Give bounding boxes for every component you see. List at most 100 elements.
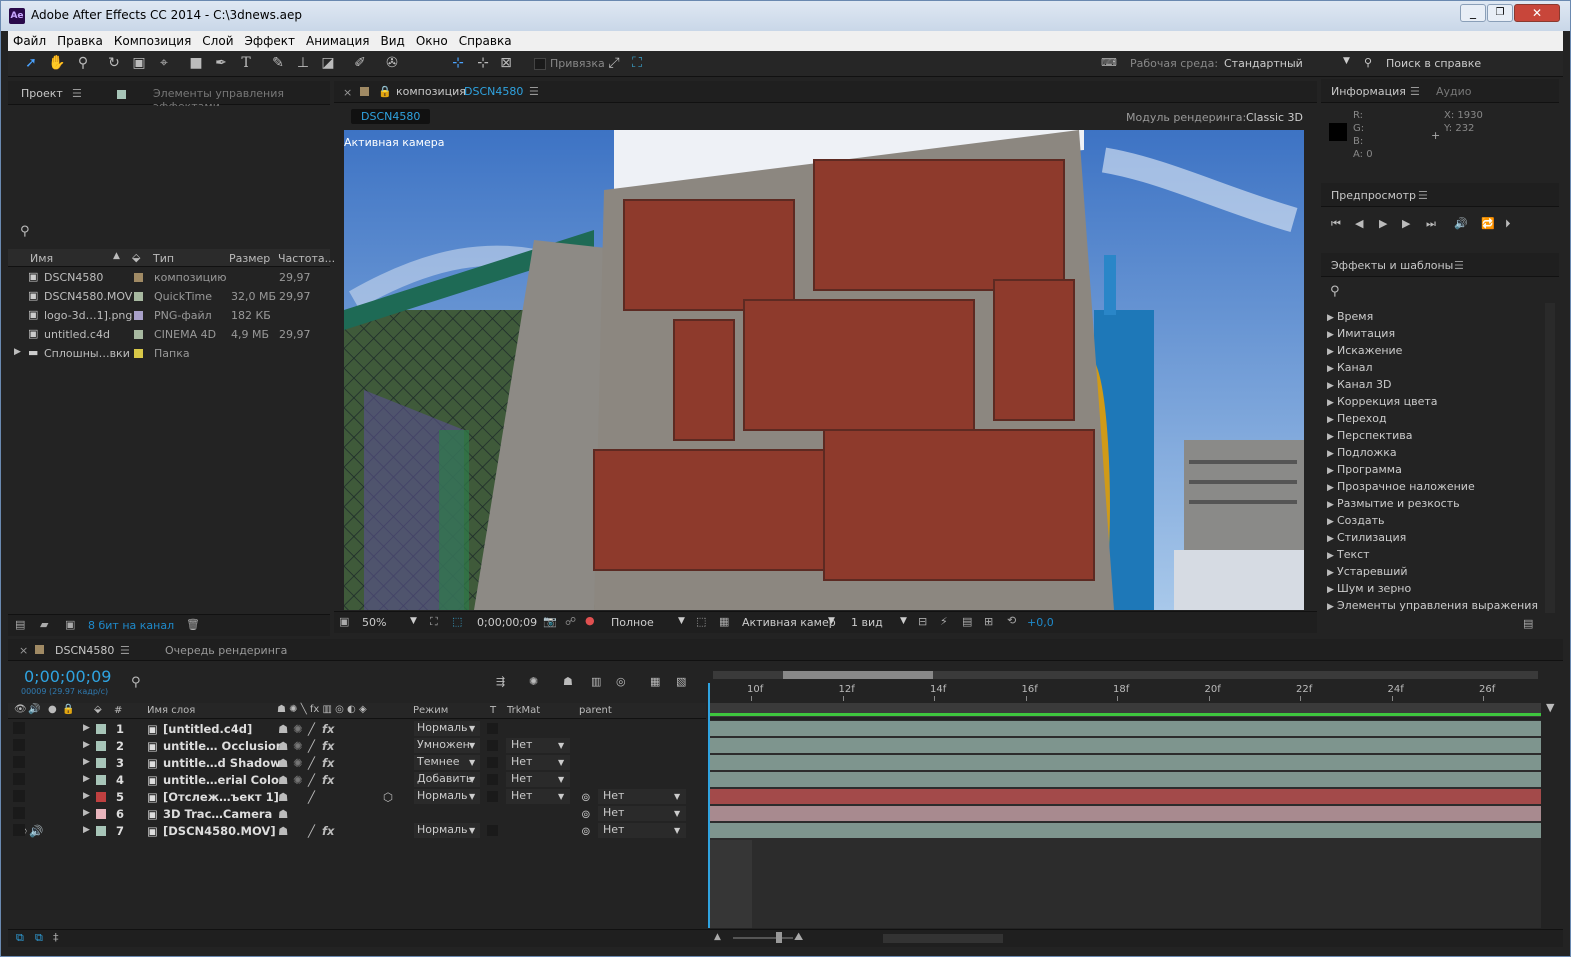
layer-name[interactable]: untitle… Occlusion [163, 739, 284, 753]
expand-triangle-icon[interactable]: ▶ [1327, 330, 1337, 340]
quality-switch-icon[interactable]: ╱ [308, 722, 315, 736]
fx-switch-icon[interactable]: fx [322, 756, 334, 770]
project-item[interactable]: ▣ DSCN4580.MOV QuickTime 32,0 МБ 29,97 [8, 287, 330, 306]
switch-cell[interactable] [13, 807, 25, 819]
pickwhip-icon[interactable]: ⊚ [581, 807, 591, 821]
fx-switch-icon[interactable]: fx [322, 722, 334, 736]
prev-frame-icon[interactable]: ◀ [1355, 217, 1363, 230]
new-folder-icon[interactable]: ▰ [40, 618, 48, 631]
chevron-down-icon[interactable]: ▼ [674, 792, 680, 801]
layer-duration-bar[interactable] [708, 772, 1541, 787]
local-axis-icon[interactable]: ⊹ [449, 54, 467, 72]
brainstorm-icon[interactable]: ▦ [650, 675, 660, 688]
minimize-button[interactable]: _ [1460, 4, 1486, 22]
zoom-select[interactable]: 50% [362, 616, 386, 629]
shy-switch-icon[interactable]: ☗ [278, 824, 288, 838]
preserve-transparency-checkbox[interactable] [487, 791, 498, 802]
expand-triangle-icon[interactable]: ▶ [1327, 483, 1337, 493]
label-swatch[interactable] [134, 311, 143, 320]
layer-name[interactable]: [DSCN4580.MOV] [163, 824, 276, 838]
close-button[interactable]: ✕ [1514, 4, 1560, 22]
column-size[interactable]: Размер [229, 252, 270, 265]
tab-effects[interactable]: Эффекты и шаблоны [1331, 259, 1453, 272]
menu-edit[interactable]: Правка [52, 31, 109, 48]
effect-category[interactable]: ▶ Прозрачное наложение [1327, 480, 1475, 497]
expand-triangle-icon[interactable]: ▶ [1327, 432, 1337, 442]
transparency-grid-icon[interactable]: ▦ [719, 615, 729, 628]
expand-triangle-icon[interactable]: ▶ [1327, 466, 1337, 476]
expand-triangle-icon[interactable]: ▶ [1327, 415, 1337, 425]
zoom-out-icon[interactable]: ▲ [714, 932, 721, 942]
column-name[interactable]: Имя [30, 252, 53, 265]
comp-viewer[interactable]: Активная камера [344, 130, 1304, 610]
switch-cell[interactable] [13, 756, 25, 768]
chevron-down-icon[interactable]: ▼ [900, 616, 907, 626]
layer-row[interactable]: ▶ 5 ▣ [Отслеж…ъект 1] ☗ ╱ ⬡ Нормаль ▼ Нет ▼ ⊚ Нет ▼ [8, 788, 706, 805]
shy-switch-icon[interactable]: ☗ [278, 773, 288, 787]
comp-marker-icon[interactable]: ▼ [1546, 701, 1554, 714]
close-icon[interactable]: × [343, 86, 352, 99]
camera-view-select[interactable]: Активная камер [742, 616, 836, 629]
chevron-down-icon[interactable]: ▼ [678, 616, 685, 626]
preserve-transparency-checkbox[interactable] [487, 757, 498, 768]
effect-category[interactable]: ▶ Имитация [1327, 327, 1395, 344]
effect-category[interactable]: ▶ Текст [1327, 548, 1370, 565]
effect-category[interactable]: ▶ Программа [1327, 463, 1402, 480]
layer-row[interactable]: ▶ 4 ▣ untitle…erial Color ☗ ✺ ╱ fx Добавить ▼ Нет ▼ [8, 771, 706, 788]
clone-stamp-tool-icon[interactable]: ⊥ [294, 54, 312, 72]
layer-row[interactable]: 👁🔊▶7▣[DSCN4580.MOV]☗╱fxНормаль▼⊚Нет▼ [8, 822, 706, 839]
switch-cell[interactable] [13, 824, 25, 836]
layer-row[interactable]: ▶ 6 ▣ 3D Trac…Camera ☗ ⊚ Нет ▼ [8, 805, 706, 822]
bpc-button[interactable]: 8 бит на канал [88, 619, 174, 632]
snap-edge-icon[interactable]: ⤢ [605, 54, 623, 72]
search-icon[interactable]: ⚲ [1330, 284, 1340, 299]
preserve-transparency-checkbox[interactable] [487, 723, 498, 734]
audio-icon[interactable]: 🔊 [1454, 217, 1468, 230]
roi-icon[interactable]: ⬚ [696, 615, 706, 628]
last-frame-icon[interactable]: ⏭ [1426, 217, 1436, 231]
expand-triangle-icon[interactable]: ▶ [83, 740, 90, 750]
expand-triangle-icon[interactable]: ▶ [1327, 500, 1337, 510]
panel-menu-icon[interactable]: ☰ [72, 87, 82, 100]
new-effect-icon[interactable]: ▤ [1523, 617, 1533, 630]
tab-audio[interactable]: Аудио [1436, 85, 1472, 98]
effect-category[interactable]: ▶ Время [1327, 310, 1373, 327]
chevron-down-icon[interactable]: ▼ [558, 741, 564, 750]
fx-switch-icon[interactable]: fx [322, 824, 334, 838]
layer-name[interactable]: untitle…d Shadow [163, 756, 281, 770]
work-area-bar[interactable] [708, 703, 1541, 717]
effect-category[interactable]: ▶ Перспектива [1327, 429, 1412, 446]
motion-blur-icon[interactable]: ◎ [616, 675, 626, 688]
expand-triangle-icon[interactable]: ▶ [83, 774, 90, 784]
layer-name[interactable]: [Отслеж…ъект 1] [163, 790, 279, 804]
layer-duration-bar[interactable] [708, 721, 1541, 736]
hand-tool-icon[interactable]: ✋ [48, 54, 66, 72]
tab-info[interactable]: Информация [1331, 85, 1406, 98]
tab-render-queue[interactable]: Очередь рендеринга [165, 644, 287, 657]
fx-switch-icon[interactable]: fx [322, 739, 334, 753]
flowchart-icon[interactable]: ⊞ [984, 615, 993, 628]
puppet-tool-icon[interactable]: ✇ [383, 54, 401, 72]
chevron-down-icon[interactable]: ▼ [674, 826, 680, 835]
menu-composition[interactable]: Композиция [109, 31, 197, 48]
switch-cell[interactable] [13, 773, 25, 785]
label-swatch[interactable] [96, 741, 106, 751]
label-swatch[interactable] [96, 826, 106, 836]
chevron-down-icon[interactable]: ▼ [469, 775, 475, 784]
menu-window[interactable]: Окно [411, 31, 454, 48]
pan-behind-tool-icon[interactable]: ⌖ [155, 54, 173, 72]
play-icon[interactable]: ▶ [1379, 217, 1387, 230]
panel-menu-icon[interactable]: ☰ [120, 644, 130, 657]
panel-menu-icon[interactable]: ☰ [529, 85, 539, 98]
view-axis-icon[interactable]: ⊠ [497, 54, 515, 72]
toggle-switches-icon[interactable]: ⧉ [16, 931, 24, 945]
views-select[interactable]: 1 вид [851, 616, 883, 629]
switch-cell[interactable] [13, 790, 25, 802]
parent-select[interactable]: Нет [598, 823, 686, 838]
expand-triangle-icon[interactable]: ▶ [1327, 449, 1337, 459]
preserve-transparency-checkbox[interactable] [487, 740, 498, 751]
navigator-range[interactable] [783, 671, 933, 679]
comp-flow-item[interactable]: DSCN4580 [351, 109, 431, 124]
collapse-switch-icon[interactable]: ✺ [293, 739, 303, 753]
world-axis-icon[interactable]: ⊹ [474, 54, 492, 72]
